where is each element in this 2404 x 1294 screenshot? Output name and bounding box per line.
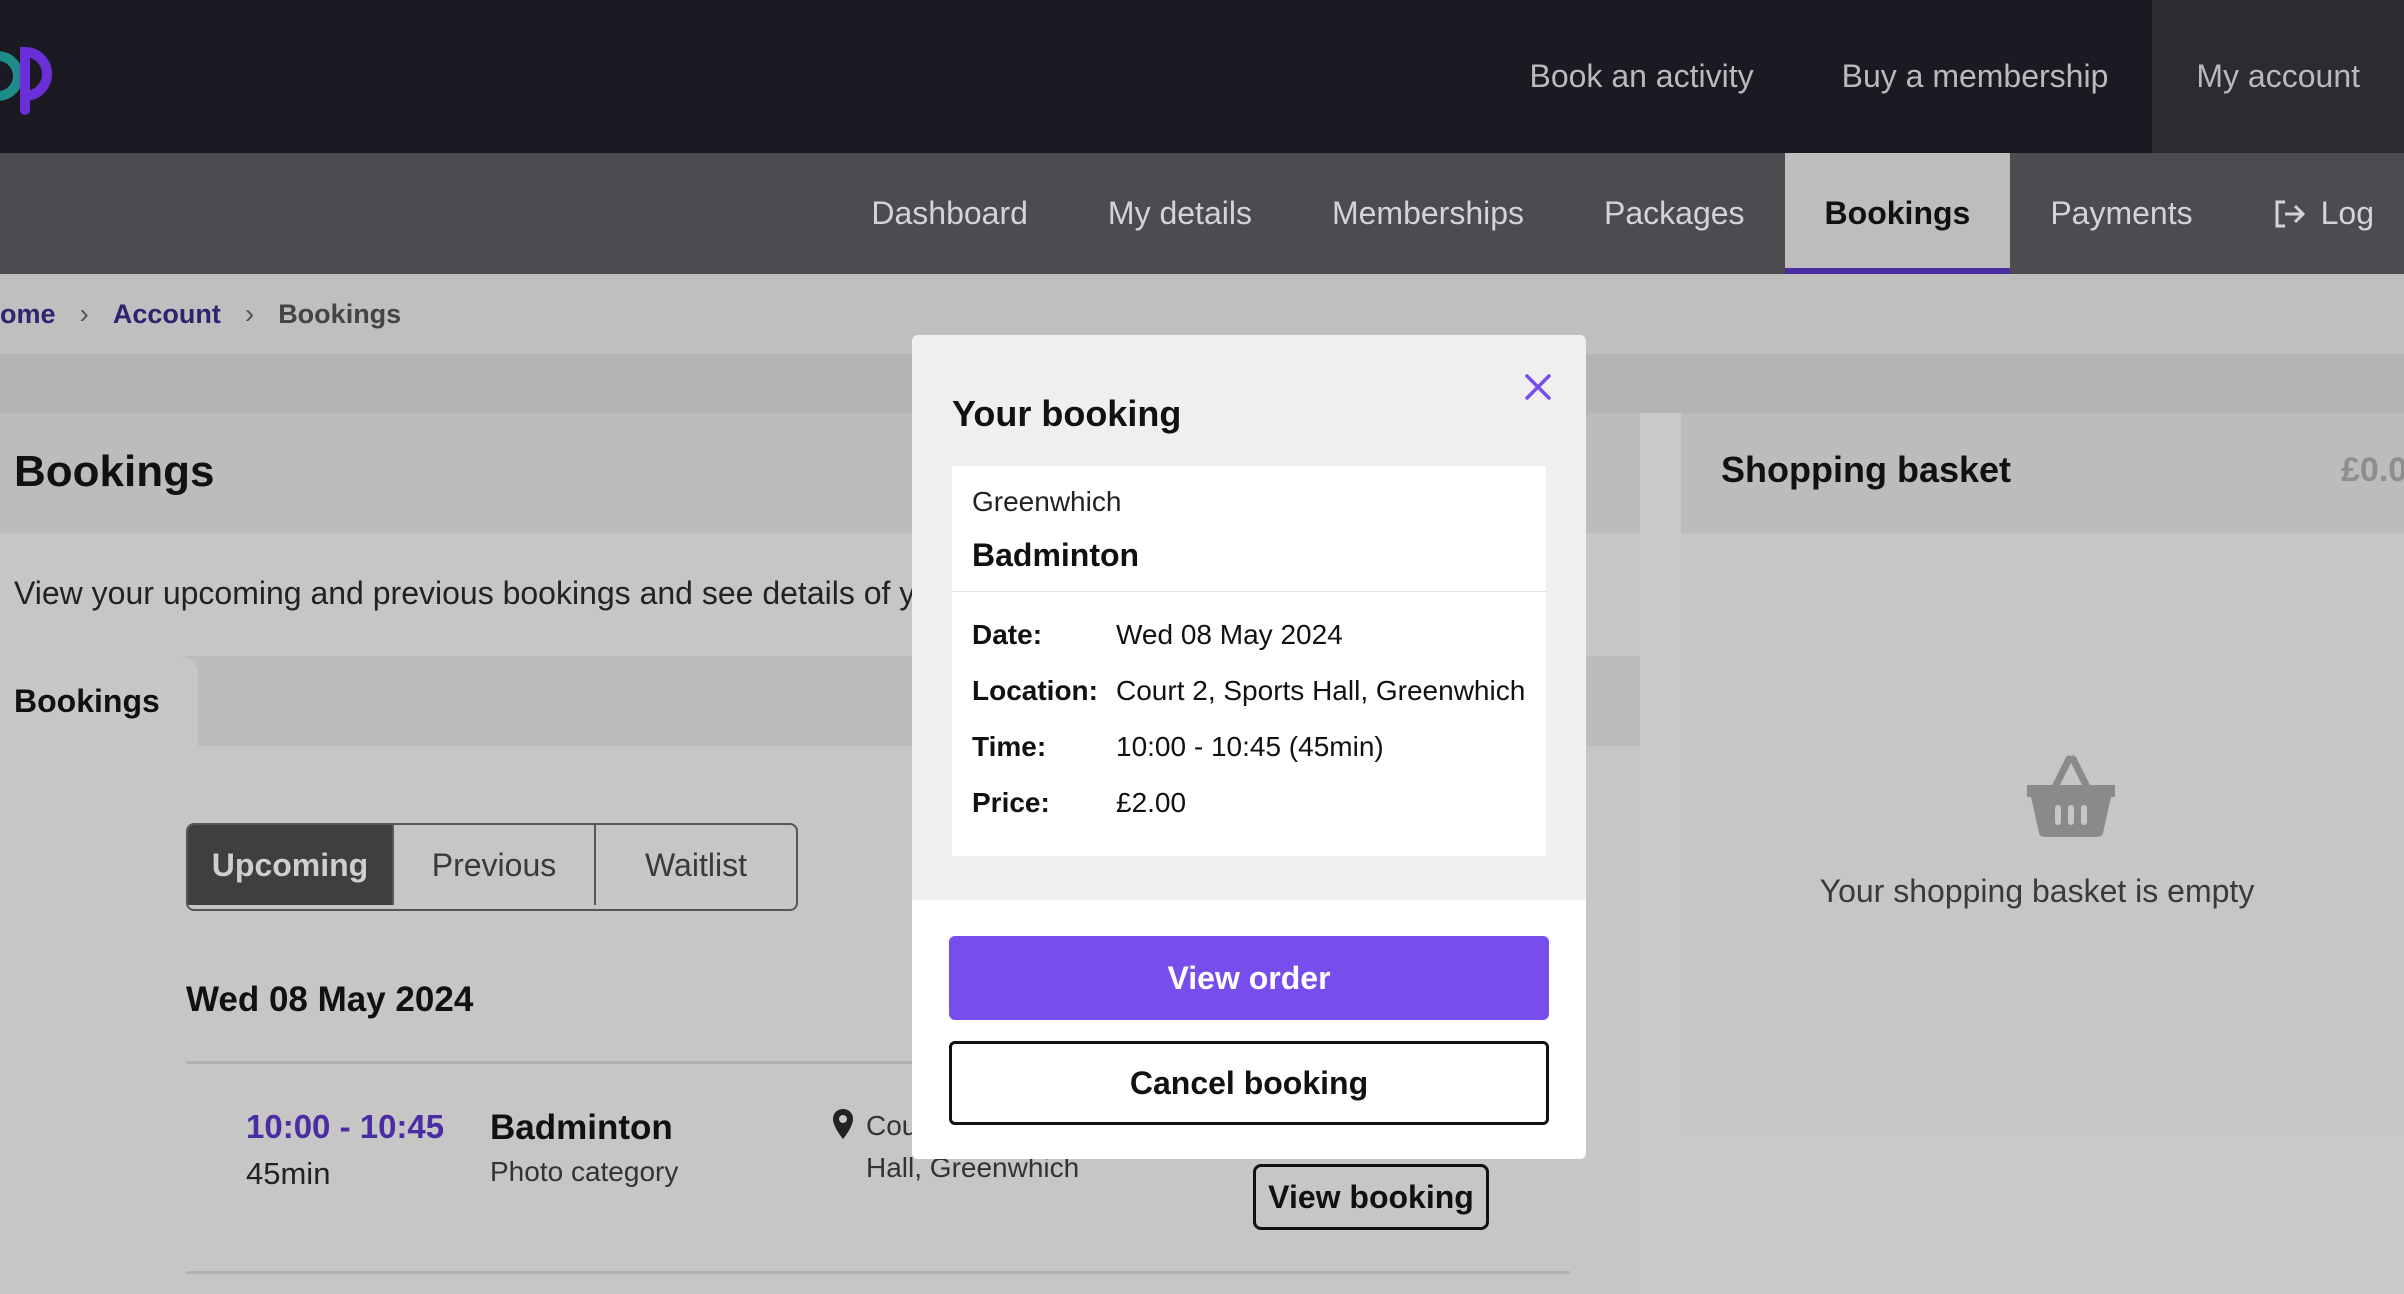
basket-icon (2027, 755, 2115, 837)
page-title: Bookings (14, 447, 215, 496)
detail-value: Wed 08 May 2024 (1116, 619, 1343, 650)
booking-category: Photo category (490, 1156, 679, 1187)
tab-bookings[interactable]: Bookings (1784, 153, 2011, 274)
booking-filter-segment: Upcoming Previous Waitlist (186, 823, 798, 911)
page-description: View your upcoming and previous bookings… (14, 575, 916, 611)
basket-title: Shopping basket (1721, 449, 2012, 490)
booking-modal: Your booking Greenwhich Badminton Date: … (912, 335, 1586, 1159)
booking-time: 10:00 - 10:45 (246, 1108, 445, 1145)
segment-upcoming[interactable]: Upcoming (188, 825, 394, 905)
detail-label: Location: (972, 675, 1098, 706)
detail-value: 10:00 - 10:45 (45min) (1116, 731, 1384, 762)
chevron-right-icon: › (244, 298, 255, 329)
close-icon[interactable] (1518, 367, 1558, 407)
nav-book-activity[interactable]: Book an activity (1485, 0, 1797, 153)
modal-actions: View order Cancel booking (912, 900, 1586, 1159)
detail-label: Time: (972, 731, 1047, 762)
modal-title: Your booking (952, 393, 1182, 434)
basket-empty-message: Your shopping basket is empty (1819, 873, 2255, 909)
logout-icon (2275, 200, 2305, 227)
top-navigation-bar: Book an activity Buy a membership My acc… (0, 0, 2404, 153)
breadcrumb-current: Bookings (278, 298, 402, 329)
detail-row-date: Date: Wed 08 May 2024 (972, 619, 1343, 651)
booking-activity-name: Badminton (972, 537, 1140, 573)
nav-buy-membership[interactable]: Buy a membership (1798, 0, 2153, 153)
date-heading: Wed 08 May 2024 (186, 980, 474, 1019)
booking-duration: 45min (246, 1156, 331, 1191)
booking-details-card: Greenwhich Badminton Date: Wed 08 May 20… (952, 466, 1546, 856)
segment-waitlist[interactable]: Waitlist (596, 825, 796, 905)
tab-memberships[interactable]: Memberships (1292, 153, 1564, 274)
detail-label: Price: (972, 787, 1050, 818)
account-nav: Dashboard My details Memberships Package… (831, 153, 2404, 274)
basket-total: £0.0 (2341, 451, 2404, 489)
view-booking-button[interactable]: View booking (1253, 1164, 1489, 1230)
detail-row-location: Location: Court 2, Sports Hall, Greenwhi… (972, 675, 1525, 707)
detail-value: Court 2, Sports Hall, Greenwhich (1116, 675, 1526, 706)
divider (186, 1271, 1570, 1274)
tab-bookings-content[interactable]: Bookings (0, 656, 198, 746)
breadcrumb-account[interactable]: Account (113, 299, 221, 330)
nav-my-account[interactable]: My account (2152, 0, 2404, 153)
detail-row-price: Price: £2.00 (972, 787, 1186, 819)
booking-venue: Greenwhich (972, 486, 1122, 517)
shopping-basket-panel: Shopping basket £0.0 Your shopping baske… (1681, 413, 2404, 1136)
breadcrumb-home[interactable]: ome (0, 299, 56, 330)
booking-activity: Badminton (490, 1108, 673, 1147)
detail-row-time: Time: 10:00 - 10:45 (45min) (972, 731, 1384, 763)
tab-dashboard[interactable]: Dashboard (831, 153, 1068, 274)
detail-value: £2.00 (1116, 787, 1187, 818)
divider (952, 591, 1546, 592)
chevron-right-icon: › (79, 298, 89, 329)
account-subnav-bar: Dashboard My details Memberships Package… (0, 153, 2404, 274)
logout-label: Log (2320, 195, 2374, 231)
cancel-booking-button[interactable]: Cancel booking (949, 1041, 1549, 1125)
location-pin-icon (833, 1109, 853, 1139)
brand-logo[interactable] (0, 30, 70, 120)
tab-my-details[interactable]: My details (1068, 153, 1292, 274)
logout-button[interactable]: Log (2233, 153, 2404, 274)
detail-label: Date: (972, 619, 1043, 650)
tab-payments[interactable]: Payments (2010, 153, 2232, 274)
view-order-button[interactable]: View order (949, 936, 1549, 1020)
tab-packages[interactable]: Packages (1564, 153, 1785, 274)
segment-previous[interactable]: Previous (394, 825, 596, 905)
primary-nav: Book an activity Buy a membership My acc… (1485, 0, 2404, 153)
